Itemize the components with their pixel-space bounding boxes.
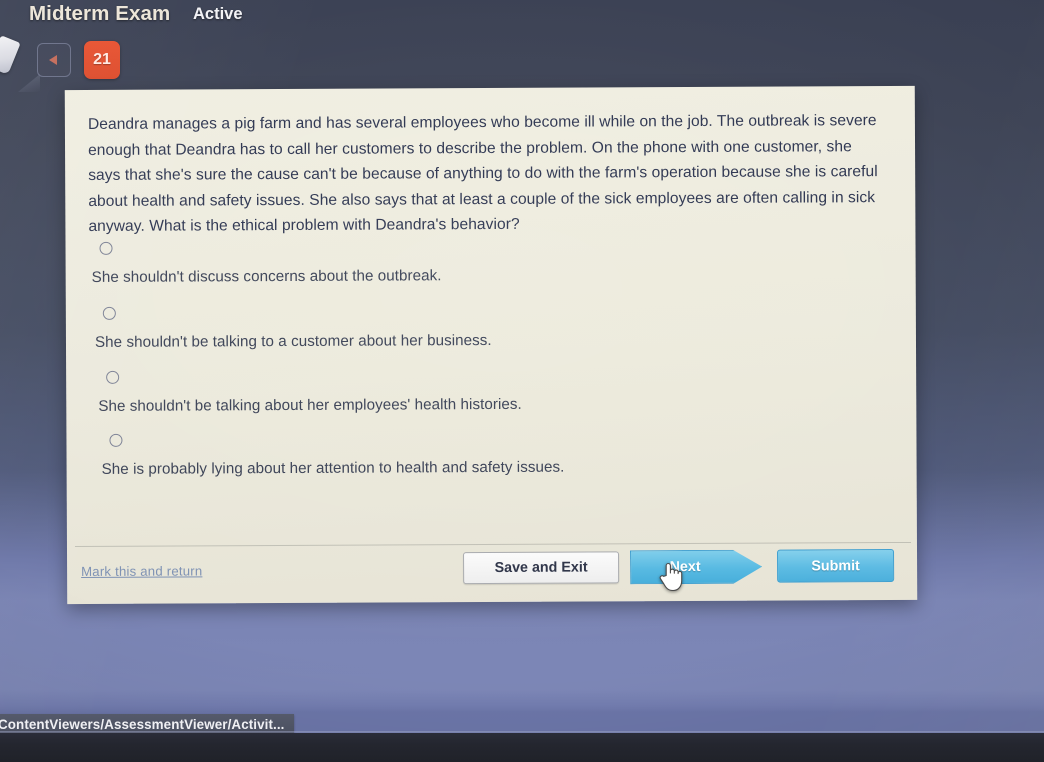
radio-button-1[interactable] (102, 306, 116, 320)
submit-button[interactable]: Submit (777, 549, 895, 583)
app-top-bar: Midterm Exam Active 21 (0, 0, 1044, 92)
mouse-pointer-arrow-icon (0, 35, 21, 75)
answer-option-label-3: She is probably lying about her attentio… (101, 458, 565, 478)
radio-button-0[interactable] (99, 241, 113, 255)
question-number-badge[interactable]: 21 (84, 41, 120, 79)
screen-background: Midterm Exam Active 21 Deandra manages a… (0, 0, 1044, 762)
question-card: Deandra manages a pig farm and has sever… (64, 85, 918, 605)
page-title: Midterm Exam (29, 2, 171, 25)
mark-this-and-return-link[interactable]: Mark this and return (81, 563, 202, 579)
answer-option-label-1: She shouldn't be talking to a customer a… (94, 331, 492, 351)
pointer-shadow (18, 74, 40, 92)
save-and-exit-button[interactable]: Save and Exit (463, 551, 620, 585)
answer-option-1[interactable]: She shouldn't be talking to a customer a… (95, 303, 875, 353)
answer-option-label-2: She shouldn't be talking about her emplo… (98, 395, 522, 415)
radio-button-2[interactable] (106, 370, 120, 384)
answer-option-0[interactable]: She shouldn't discuss concerns about the… (91, 238, 871, 288)
status-badge: Active (193, 5, 243, 23)
answer-option-2[interactable]: She shouldn't be talking about her emplo… (98, 367, 878, 417)
answer-option-3[interactable]: She is probably lying about her attentio… (101, 430, 881, 480)
back-button[interactable] (37, 43, 71, 77)
question-text: Deandra manages a pig farm and has sever… (87, 112, 878, 235)
radio-button-3[interactable] (109, 433, 123, 447)
monitor-bezel (0, 733, 1044, 762)
question-card-body: Deandra manages a pig farm and has sever… (65, 86, 917, 545)
card-footer: Mark this and return Save and Exit Next … (67, 543, 917, 604)
hand-pointer-cursor-icon (659, 562, 683, 592)
chevron-left-icon (49, 55, 57, 65)
next-button[interactable]: Next (630, 550, 762, 585)
answer-option-label-0: She shouldn't discuss concerns about the… (91, 267, 442, 286)
